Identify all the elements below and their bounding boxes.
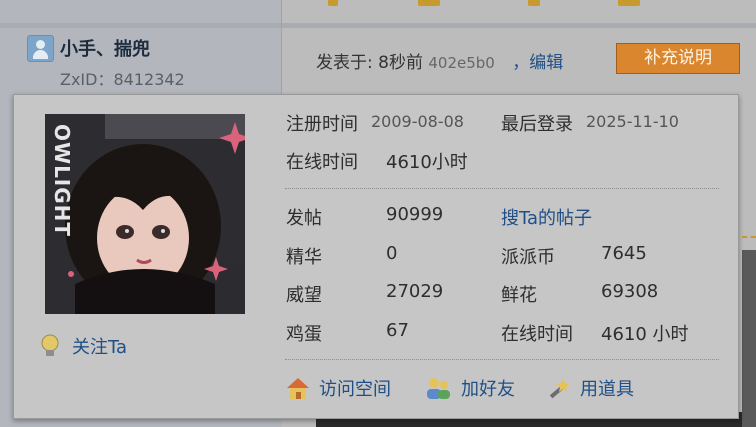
supplement-button[interactable]: 补充说明 <box>616 43 740 74</box>
home-icon <box>287 378 309 399</box>
info-separator <box>285 188 719 189</box>
eggs-value: 67 <box>386 320 409 341</box>
post-content-divider <box>742 236 756 241</box>
profile-avatar-image[interactable]: OWLIGHT <box>45 114 245 314</box>
register-time-value: 2009-08-08 <box>371 112 464 131</box>
post-hash: 402e5b0 <box>428 54 495 72</box>
stats-online-time-label: 在线时间 <box>501 324 573 345</box>
add-friend-label[interactable]: 加好友 <box>461 375 515 401</box>
follow-link[interactable]: 关注Ta <box>40 333 127 359</box>
visit-space-link[interactable]: 访问空间 <box>285 374 391 402</box>
prestige-value: 27029 <box>386 281 444 302</box>
stats-online-time-value: 4610 小时 <box>601 324 689 345</box>
online-time-label: 在线时间 <box>286 152 358 173</box>
post-meta: 发表于: 8秒前 402e5b0 ，编辑 <box>316 48 563 73</box>
edit-link[interactable]: ，编辑 <box>512 53 563 73</box>
column-divider <box>281 0 282 95</box>
add-friend-icon <box>427 378 450 399</box>
user-avatar-icon[interactable] <box>27 35 54 62</box>
follow-label[interactable]: 关注Ta <box>72 333 127 359</box>
last-login-value: 2025-11-10 <box>586 112 679 131</box>
add-friend-link[interactable]: 加好友 <box>425 374 515 402</box>
coins-label: 派派币 <box>501 247 555 268</box>
coins-value: 7645 <box>601 243 647 264</box>
post-divider <box>0 23 756 28</box>
register-time-label: 注册时间 <box>286 114 358 135</box>
essence-label: 精华 <box>286 247 322 268</box>
use-item-label[interactable]: 用道具 <box>580 375 634 401</box>
use-item-link[interactable]: 用道具 <box>546 374 634 402</box>
posts-label: 发帖 <box>286 208 322 229</box>
visit-space-label[interactable]: 访问空间 <box>319 375 391 401</box>
user-zxid: ZxID：8412342 <box>60 70 185 89</box>
post-time: 发表于: 8秒前 <box>316 53 423 73</box>
actions-separator <box>285 359 719 360</box>
essence-value: 0 <box>386 243 398 264</box>
lightbulb-icon <box>41 334 59 356</box>
post-content-image-edge <box>742 250 756 427</box>
wand-icon <box>549 378 570 399</box>
last-login-label: 最后登录 <box>501 114 573 135</box>
username[interactable]: 小手、揣兜 <box>60 35 150 61</box>
flowers-value: 69308 <box>601 281 659 302</box>
online-time-value: 4610小时 <box>386 152 468 173</box>
posts-value: 90999 <box>386 204 444 225</box>
prestige-label: 威望 <box>286 285 322 306</box>
eggs-label: 鸡蛋 <box>286 324 322 345</box>
flowers-label: 鲜花 <box>501 285 537 306</box>
top-toolbar-icons <box>0 0 756 8</box>
search-posts-link[interactable]: 搜Ta的帖子 <box>501 204 592 230</box>
profile-image-caption: OWLIGHT <box>50 124 74 237</box>
